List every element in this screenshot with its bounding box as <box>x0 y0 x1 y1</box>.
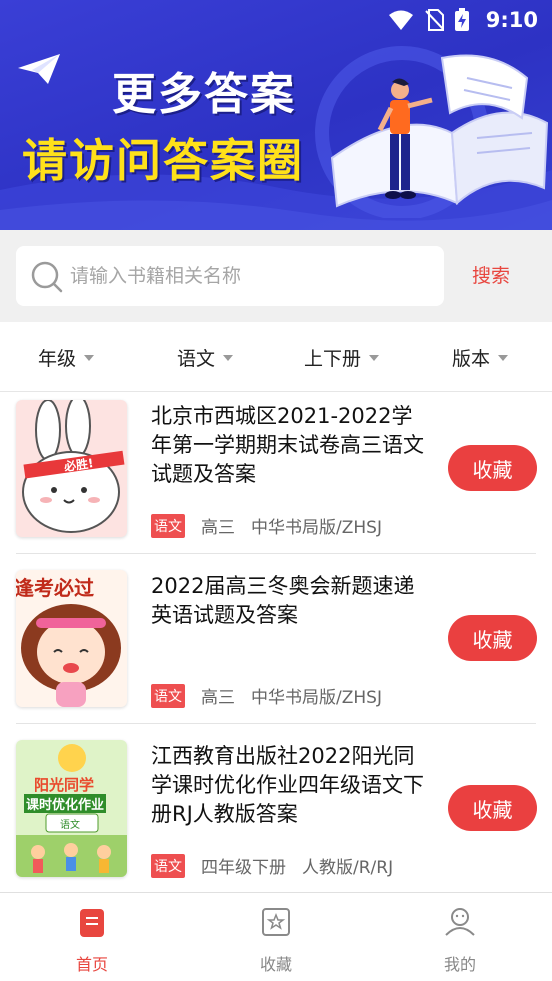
divider <box>16 723 536 724</box>
status-icons <box>388 8 470 32</box>
bottom-navigation: 首页 收藏 我的 <box>0 892 552 981</box>
open-book-illustration <box>315 46 549 218</box>
search-box[interactable] <box>16 246 444 306</box>
favorite-button[interactable]: 收藏 <box>448 615 537 661</box>
cover-subtitle: 课时优化作业 <box>24 794 107 813</box>
grade-text: 高三 <box>201 688 235 708</box>
book-title: 北京市西城区2021-2022学年第一学期期末试卷高三语文试题及答案 <box>151 404 424 486</box>
favorite-button[interactable]: 收藏 <box>448 445 537 491</box>
banner-slogan-line2: 请访问答案圈 <box>22 134 305 187</box>
book-list: 必胜! 北京市西城区2021-2022学年第一学期期末试卷高三语文试题及答案 语… <box>0 392 552 892</box>
promo-banner[interactable]: 9:10 更多答案 请访问答案圈 <box>0 0 552 230</box>
favorite-button[interactable]: 收藏 <box>448 785 537 831</box>
cover-text: 逢考必过 <box>16 576 94 600</box>
publisher-text: 人教版/R/RJ <box>302 858 394 878</box>
subject-badge: 语文 <box>151 853 185 878</box>
subject-badge: 语文 <box>151 683 185 708</box>
list-item[interactable]: 必胜! 北京市西城区2021-2022学年第一学期期末试卷高三语文试题及答案 语… <box>0 392 552 562</box>
nav-home[interactable]: 首页 <box>22 893 162 981</box>
cover-tag: 语文 <box>60 820 80 831</box>
profile-icon <box>445 908 475 936</box>
nav-favorites-label: 收藏 <box>259 955 292 974</box>
filter-grade-label: 年级 <box>38 348 77 370</box>
book-meta: 语文 高三 中华书局版/ZHSJ <box>151 683 398 708</box>
filter-volume-label: 上下册 <box>304 348 362 370</box>
search-input[interactable] <box>70 246 430 306</box>
no-sim-icon <box>425 9 444 31</box>
banner-slogan-line1: 更多答案 <box>112 69 296 120</box>
search-area: 搜索 <box>0 230 552 322</box>
app-screen: 9:10 更多答案 请访问答案圈 请输入书籍相关名称 搜索 年级 语文 上下册 … <box>0 0 552 981</box>
wifi-icon <box>389 10 413 30</box>
book-meta: 语文 高三 中华书局版/ZHSJ <box>151 513 398 538</box>
filter-grade[interactable]: 年级 <box>38 344 95 371</box>
paper-plane-icon <box>18 54 60 84</box>
search-icon <box>31 261 63 293</box>
filter-bar: 年级 语文 上下册 版本 <box>0 322 552 392</box>
book-title: 江西教育出版社2022阳光同学课时优化作业四年级语文下册RJ人教版答案 <box>151 744 424 826</box>
publisher-text: 中华书局版/ZHSJ <box>251 688 382 708</box>
grade-text: 高三 <box>201 518 235 538</box>
subject-badge: 语文 <box>151 513 185 538</box>
divider <box>16 553 536 554</box>
book-cover: 逢考必过 <box>16 570 127 707</box>
nav-favorites[interactable]: 收藏 <box>206 893 346 981</box>
cover-title: 阳光同学 <box>34 776 95 794</box>
nav-profile-label: 我的 <box>443 955 476 974</box>
battery-charging-icon <box>455 8 469 31</box>
favorites-star-icon <box>262 908 290 936</box>
publisher-text: 中华书局版/ZHSJ <box>251 518 382 538</box>
book-title: 2022届高三冬奥会新题速递英语试题及答案 <box>151 574 415 627</box>
caret-down-icon <box>369 354 380 361</box>
search-button[interactable]: 搜索 <box>472 261 510 288</box>
book-cover: 必胜! <box>16 400 127 537</box>
home-book-icon <box>80 909 104 937</box>
filter-subject-label: 语文 <box>177 348 216 370</box>
status-bar: 9:10 <box>0 0 552 40</box>
list-item[interactable]: 逢考必过 2022届高三冬奥会新题速递英语试题及答案 语文 高三 中华书局版/Z… <box>0 562 552 732</box>
nav-home-label: 首页 <box>75 955 108 974</box>
caret-down-icon <box>498 354 509 361</box>
caret-down-icon <box>223 354 234 361</box>
book-cover: 阳光同学 课时优化作业 语文 <box>16 740 127 877</box>
filter-volume[interactable]: 上下册 <box>304 344 380 371</box>
grade-text: 四年级下册 <box>201 858 286 878</box>
book-meta: 语文 四年级下册 人教版/R/RJ <box>151 853 409 878</box>
filter-edition[interactable]: 版本 <box>452 344 509 371</box>
list-item[interactable]: 阳光同学 课时优化作业 语文 江西教育出版社2022阳光同学课时优化作业四年级语… <box>0 732 552 892</box>
status-time: 9:10 <box>485 8 538 32</box>
filter-edition-label: 版本 <box>452 348 491 370</box>
caret-down-icon <box>84 354 95 361</box>
nav-profile[interactable]: 我的 <box>390 893 530 981</box>
filter-subject[interactable]: 语文 <box>177 344 234 371</box>
